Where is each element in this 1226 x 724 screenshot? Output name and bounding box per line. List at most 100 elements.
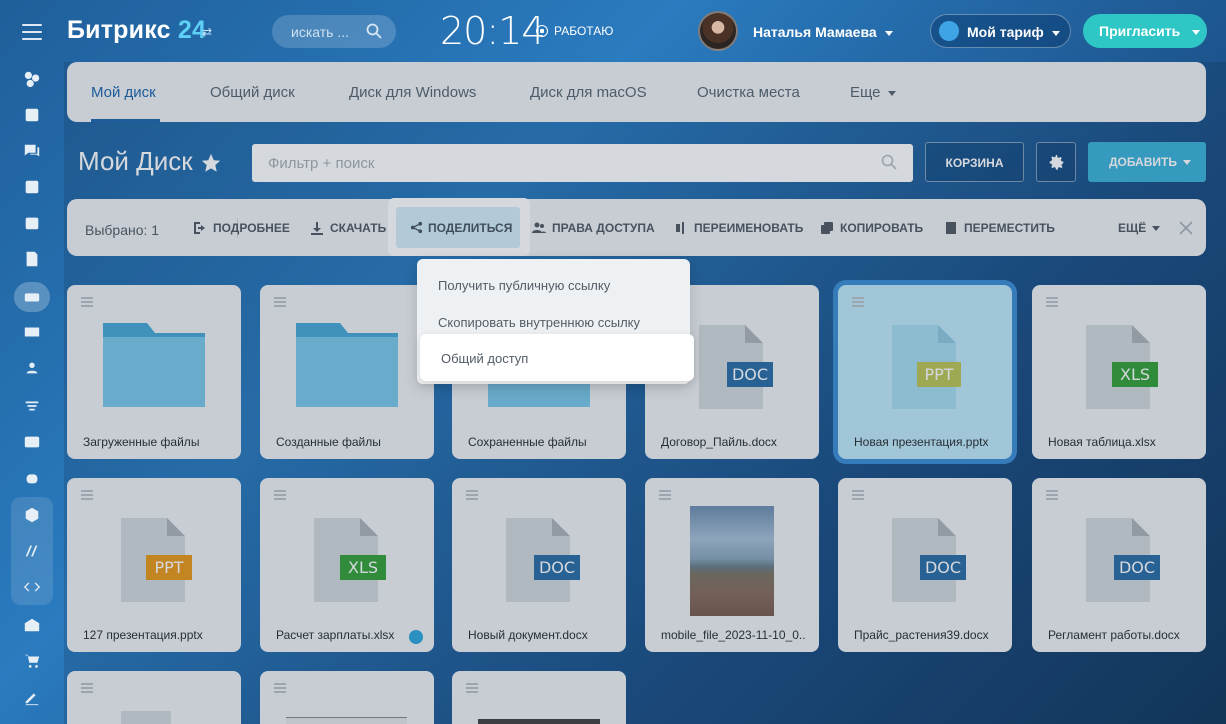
file-card[interactable] [452,671,626,724]
chevron-down-icon [1051,30,1060,36]
code-icon[interactable] [14,572,50,602]
file-card[interactable]: DOC Прайс_растения39.docx [838,478,1012,652]
status-icon [536,25,548,37]
drag-handle-icon[interactable] [81,297,93,307]
drag-handle-icon[interactable] [466,490,478,500]
sign-icon[interactable] [14,682,50,712]
file-card[interactable]: XLS Новая таблица.xlsx [1032,285,1206,459]
tab-cleanup[interactable]: Очистка места [697,84,800,101]
clock: 20:14 [440,9,546,53]
user-menu[interactable]: Наталья Мамаева [753,24,893,40]
drag-handle-icon[interactable] [852,490,864,500]
tariff-button[interactable]: Мой тариф [930,14,1071,48]
page-title: Мой Диск [78,146,193,176]
move-button[interactable]: ПЕРЕМЕСТИТЬ [944,221,1055,235]
rename-button[interactable]: ПЕРЕИМЕНОВАТЬ [674,221,803,235]
feed-icon[interactable] [14,64,50,94]
file-card[interactable]: Загруженные файлы [67,285,241,459]
add-button[interactable]: ДОБАВИТЬ [1088,142,1206,182]
file-card[interactable]: Созданные файлы [260,285,434,459]
chevron-down-icon [1182,160,1191,166]
close-icon[interactable] [1179,221,1193,235]
gear-icon [1049,154,1064,170]
rename-icon [676,222,684,234]
drag-handle-icon[interactable] [1046,297,1058,307]
menu-item-shared-access[interactable]: Общий доступ [420,334,694,381]
cart-icon[interactable] [14,646,50,676]
file-name: Прайс_растения39.docx [854,628,989,642]
disk-tabs: Мой диск Общий диск Диск для Windows Дис… [67,62,1206,122]
sites-icon[interactable] [14,536,50,566]
star-icon[interactable] [200,152,222,174]
calendar-icon[interactable] [14,208,50,238]
robot-icon[interactable] [14,463,50,493]
image-thumbnail [690,506,774,616]
settings-button[interactable] [1036,142,1076,182]
details-button[interactable]: ПОДРОБНЕЕ [193,221,290,235]
drag-handle-icon[interactable] [274,683,286,693]
file-name: Новая таблица.xlsx [1048,435,1156,449]
image-thumbnail [286,717,407,724]
file-name: Новый документ.docx [468,628,588,642]
invite-button[interactable]: Пригласить [1083,14,1207,48]
drag-handle-icon[interactable] [274,297,286,307]
company-icon[interactable] [14,610,50,640]
tasks-icon[interactable] [14,100,50,130]
chevron-down-icon [887,90,896,96]
filter-search-input[interactable]: Фильтр + поиск [252,144,913,182]
folder-icon [103,323,205,407]
tab-disk-windows[interactable]: Диск для Windows [349,84,476,101]
chevron-down-icon [1152,225,1161,231]
checklist-icon[interactable] [14,172,50,202]
drag-handle-icon[interactable] [81,490,93,500]
tab-more[interactable]: Еще [850,84,896,101]
trash-button[interactable]: КОРЗИНА [925,142,1024,182]
more-button[interactable]: ЕЩЁ [1118,221,1161,235]
disk-icon[interactable] [14,282,50,312]
drag-handle-icon[interactable] [852,297,864,307]
download-icon [311,222,323,235]
drag-handle-icon[interactable] [1046,490,1058,500]
tab-disk-macos[interactable]: Диск для macOS [530,84,647,101]
menu-item-internal-link[interactable]: Скопировать внутреннюю ссылку [438,315,640,330]
file-name: Новая презентация.pptx [854,435,989,449]
document-icon[interactable] [14,244,50,274]
filter-icon[interactable] [14,391,50,421]
file-card[interactable]: DOC Новый документ.docx [452,478,626,652]
file-card[interactable]: XLS Расчет зарплаты.xlsx [260,478,434,652]
file-card[interactable]: mobile_file_2023-11-10_0... [645,478,819,652]
access-rights-button[interactable]: ПРАВА ДОСТУПА [532,221,655,235]
copy-button[interactable]: КОПИРОВАТЬ [820,221,923,235]
tab-my-disk[interactable]: Мой диск [91,84,156,101]
logo[interactable]: Битрикс 24 [67,16,206,45]
doc-file-icon: DOC [699,325,773,409]
box-icon[interactable] [14,500,50,530]
file-card[interactable]: DOC Регламент работы.docx [1032,478,1206,652]
file-card-selected[interactable]: PPT Новая презентация.pptx [838,285,1012,459]
move-icon [946,222,956,234]
tab-shared-disk[interactable]: Общий диск [210,84,295,101]
drag-handle-icon[interactable] [81,683,93,693]
menu-item-public-link[interactable]: Получить публичную ссылку [438,278,610,293]
download-button[interactable]: СКАЧАТЬ [310,221,386,235]
team-icon[interactable] [14,353,50,383]
work-status[interactable]: РАБОТАЮ [536,24,613,38]
search-icon [366,23,382,39]
file-card[interactable] [67,671,241,724]
file-card[interactable] [260,671,434,724]
menu-icon[interactable] [22,24,42,40]
drag-handle-icon[interactable] [274,490,286,500]
drag-handle-icon[interactable] [466,683,478,693]
avatar[interactable] [698,11,738,51]
file-card[interactable]: PPT 127 презентация.pptx [67,478,241,652]
chat-icon[interactable] [14,136,50,166]
users-icon [532,222,546,233]
share-button[interactable]: ПОДЕЛИТЬСЯ [396,207,520,248]
file-name: Договор_Пайль.docx [661,435,777,449]
drag-handle-icon[interactable] [659,490,671,500]
contact-card-icon[interactable] [14,427,50,457]
search-input[interactable]: искать ... [272,15,396,48]
mail-icon[interactable] [14,317,50,347]
chevron-down-icon [1192,29,1201,35]
logo-settings-icon[interactable]: ⇄ [202,25,212,39]
